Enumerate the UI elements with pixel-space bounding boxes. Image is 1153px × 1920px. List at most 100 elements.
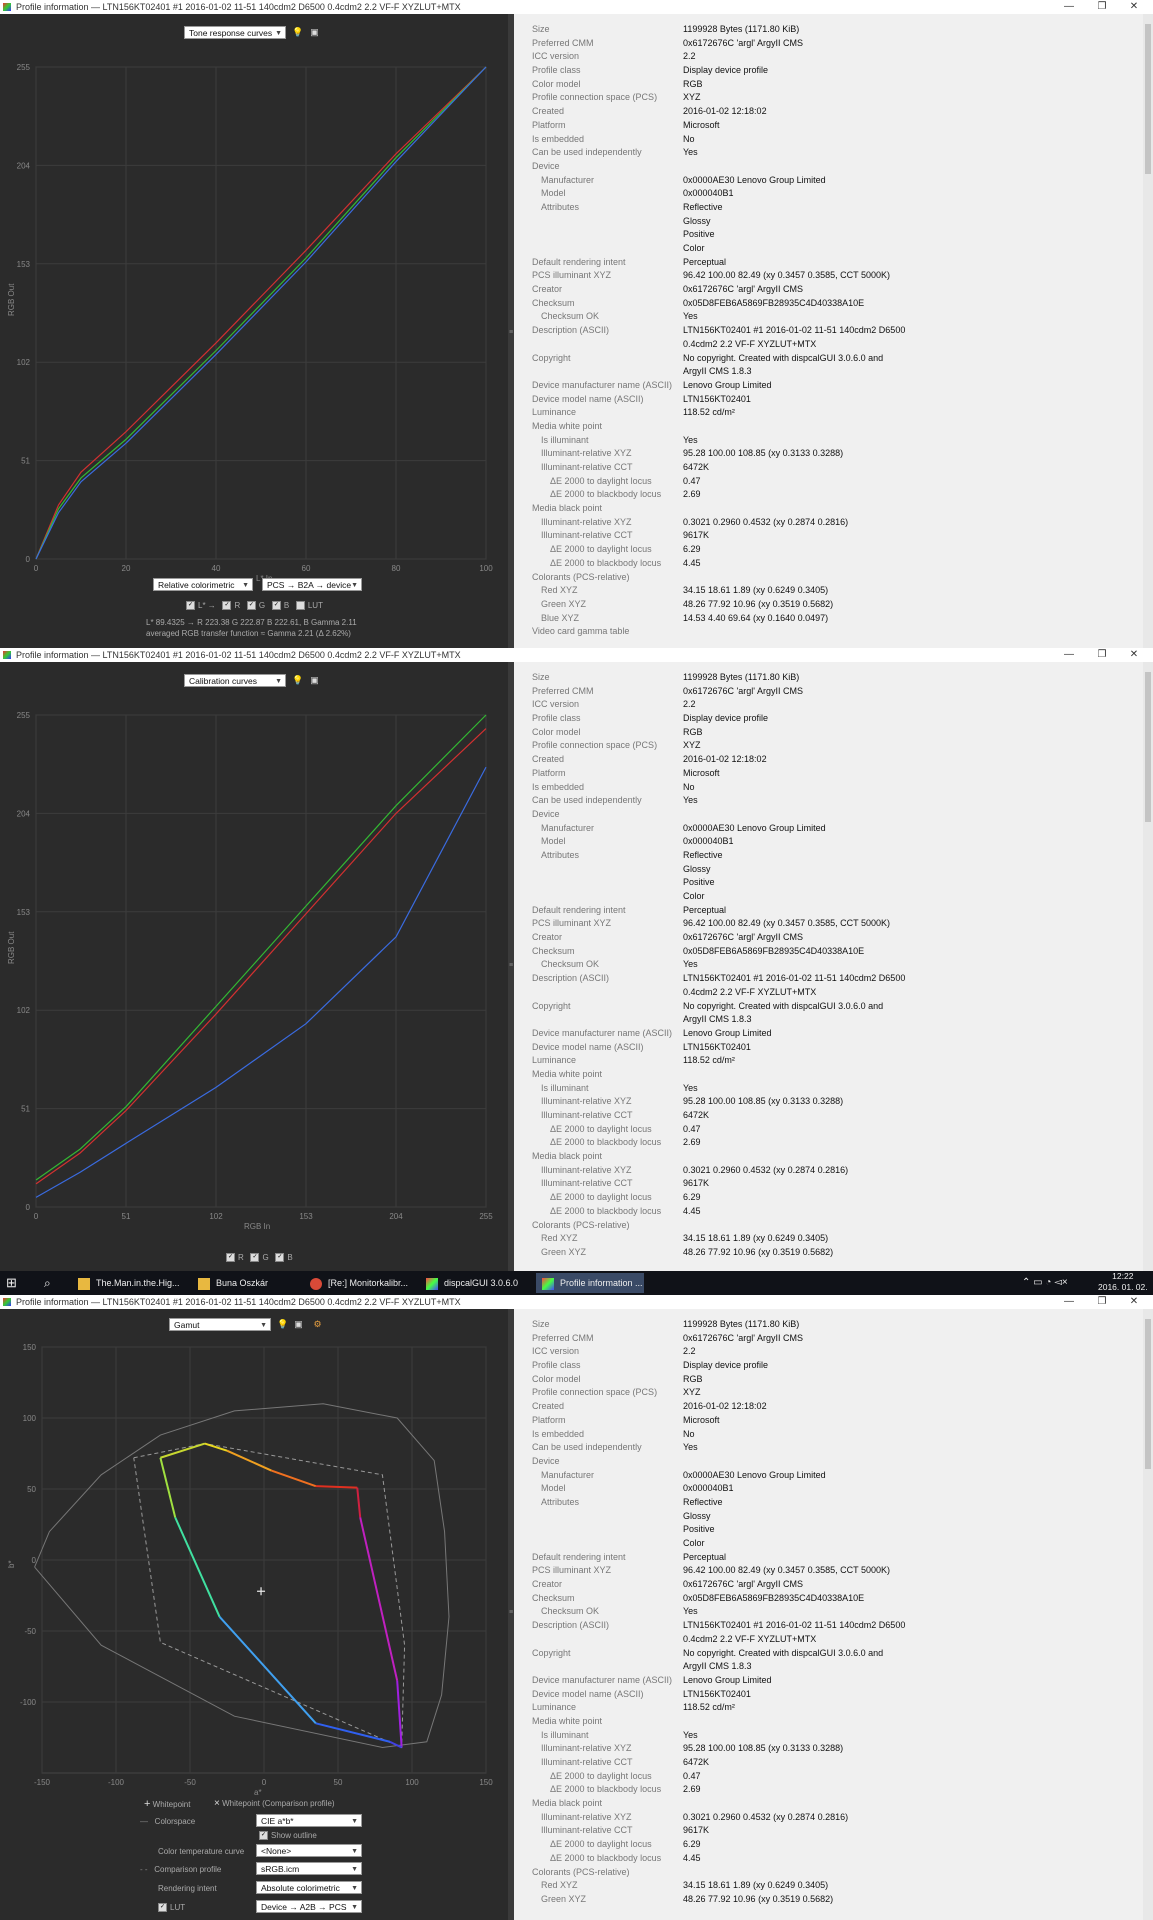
view-select[interactable]: Gamut ▼ — [169, 1318, 271, 1331]
info-key: Manufacturer — [541, 822, 595, 833]
info-key: Platform — [532, 767, 566, 778]
checkbox-b[interactable]: ✓ B — [271, 601, 289, 611]
show-outline-checkbox[interactable]: ✓ Show outline — [259, 1831, 317, 1841]
vertical-scrollbar[interactable] — [1143, 14, 1153, 648]
view-select-value: Gamut — [174, 1320, 200, 1330]
x-tick-label: 100 — [405, 1778, 419, 1787]
info-row: Device model name (ASCII) LTN156KT02401 — [532, 1688, 1132, 1702]
taskbar-item-profile-info[interactable]: Profile information ... — [536, 1273, 644, 1293]
vertical-scrollbar[interactable] — [1143, 662, 1153, 1271]
info-key: ΔE 2000 to daylight locus — [550, 1770, 652, 1781]
info-row: Color model RGB — [532, 726, 1132, 740]
info-row: Checksum 0x05D8FEB6A5869FB28935C4D40338A1… — [532, 297, 1132, 311]
info-row: 0.4cdm2 2.2 VF-F XYZLUT+MTX — [532, 1633, 1132, 1647]
minimize-button[interactable]: — — [1055, 1295, 1083, 1309]
info-row: ΔE 2000 to blackbody locus 2.69 — [532, 488, 1132, 502]
minimize-button[interactable]: — — [1055, 648, 1083, 662]
info-key: PCS illuminant XYZ — [532, 918, 612, 929]
save-image-icon[interactable]: ▣ — [293, 1319, 304, 1330]
rendering-intent-select[interactable]: Relative colorimetric ▼ — [153, 578, 253, 591]
3d-view-icon[interactable]: ⚙ — [312, 1319, 323, 1330]
info-key: PCS illuminant XYZ — [532, 1565, 612, 1576]
color-temperature-select[interactable]: <None> ▼ — [256, 1844, 362, 1857]
y-axis-label: b* — [7, 1560, 16, 1568]
info-row: Red XYZ 34.15 18.61 1.89 (xy 0.6249 0.340… — [532, 1879, 1132, 1893]
info-row: Model 0x000040B1 — [532, 1482, 1132, 1496]
taskbar-item-explorer[interactable]: Buna Oszkár — [192, 1273, 300, 1293]
info-value: 0.47 — [683, 1123, 701, 1134]
profile-info-list: Size 1199928 Bytes (1171.80 KiB) Preferred… — [532, 1318, 1132, 1907]
checkbox-lstar[interactable]: ✓ L* → — [186, 601, 216, 611]
info-key: Checksum OK — [541, 1606, 600, 1617]
chevron-down-icon: ▼ — [351, 582, 358, 589]
clock[interactable]: 12:22 2016. 01. 02. — [1098, 1271, 1148, 1292]
chevron-down-icon: ▼ — [351, 1848, 358, 1855]
info-key: Platform — [532, 119, 566, 130]
info-key: Can be used independently — [532, 795, 642, 806]
info-value: RGB — [683, 726, 703, 737]
info-row: Illuminant-relative CCT 6472K — [532, 1756, 1132, 1770]
title-bar[interactable]: Profile information — LTN156KT02401 #1 2… — [0, 648, 1153, 662]
info-row: Media black point — [532, 502, 1132, 516]
minimize-button[interactable]: — — [1055, 0, 1083, 14]
chevron-down-icon: ▼ — [242, 582, 249, 589]
info-row: Default rendering intent Perceptual — [532, 904, 1132, 918]
y-tick-label: 0 — [26, 1203, 31, 1212]
info-value: 34.15 18.61 1.89 (xy 0.6249 0.3405) — [683, 1880, 829, 1891]
checkbox-r[interactable]: ✓ R — [226, 1253, 244, 1263]
checkbox-g[interactable]: ✓ G — [246, 601, 265, 611]
info-row: Copyright No copyright. Created with disp… — [532, 1000, 1132, 1014]
taskbar-item-folder[interactable]: The.Man.in.the.Hig... — [72, 1273, 180, 1293]
info-key: Is embedded — [532, 133, 585, 144]
info-value: Reflective — [683, 849, 723, 860]
info-value: Perceptual — [683, 1551, 727, 1562]
info-row: Created 2016-01-02 12:18:02 — [532, 753, 1132, 767]
info-key: Red XYZ — [541, 1233, 578, 1244]
taskbar-item-dispcalgui[interactable]: dispcalGUI 3.0.6.0 — [420, 1273, 528, 1293]
info-key: PCS illuminant XYZ — [532, 270, 612, 281]
info-key: ICC version — [532, 51, 580, 62]
colorspace-select[interactable]: CIE a*b* ▼ — [256, 1814, 362, 1827]
close-button[interactable]: ✕ — [1120, 1295, 1148, 1309]
info-key: Media white point — [532, 1715, 603, 1726]
y-tick-label: 255 — [17, 711, 31, 720]
rendering-intent-select[interactable]: Absolute colorimetric ▼ — [256, 1881, 362, 1894]
system-tray-icons[interactable]: ⌃ ▭ ◔ ◅× — [1022, 1273, 1068, 1293]
info-row: Copyright No copyright. Created with disp… — [532, 1647, 1132, 1661]
info-value: 96.42 100.00 82.49 (xy 0.3457 0.3585, CC… — [683, 918, 890, 929]
info-row: Device manufacturer name (ASCII) Lenovo G… — [532, 1674, 1132, 1688]
info-value: 9617K — [683, 1178, 710, 1189]
restore-button[interactable]: ❐ — [1088, 1295, 1116, 1309]
title-bar[interactable]: Profile information — LTN156KT02401 #1 2… — [0, 1295, 1153, 1309]
info-key: Media black point — [532, 503, 603, 514]
lut-checkbox[interactable]: ✓ LUT — [158, 1903, 185, 1913]
direction-select[interactable]: PCS → B2A → device ▼ — [262, 578, 362, 591]
info-value: ArgyII CMS 1.8.3 — [683, 1014, 752, 1025]
title-bar[interactable]: Profile information — LTN156KT02401 #1 2… — [0, 0, 1153, 14]
restore-button[interactable]: ❐ — [1088, 648, 1116, 662]
info-key: Default rendering intent — [532, 1551, 626, 1562]
checkbox-lut[interactable]: LUT — [295, 601, 323, 611]
checkbox-g[interactable]: ✓ G — [250, 1253, 269, 1263]
info-key: Attributes — [541, 1496, 580, 1507]
info-row: Description (ASCII) LTN156KT02401 #1 2016… — [532, 972, 1132, 986]
info-row: Description (ASCII) LTN156KT02401 #1 2016… — [532, 324, 1132, 338]
restore-button[interactable]: ❐ — [1088, 0, 1116, 14]
lightbulb-icon[interactable]: 💡 — [277, 1319, 288, 1330]
comparison-profile-select[interactable]: sRGB.icm ▼ — [256, 1862, 362, 1875]
info-value: ArgyII CMS 1.8.3 — [683, 366, 752, 377]
info-row: Illuminant-relative XYZ 95.28 100.00 108.… — [532, 1095, 1132, 1109]
info-key: Profile class — [532, 1360, 581, 1371]
close-button[interactable]: ✕ — [1120, 648, 1148, 662]
plot-area — [35, 714, 487, 1208]
vertical-scrollbar[interactable] — [1143, 1309, 1153, 1920]
checkbox-b[interactable]: ✓ B — [275, 1253, 293, 1263]
checkbox-r[interactable]: ✓ R — [222, 601, 240, 611]
info-value: 6.29 — [683, 1192, 701, 1203]
search-icon[interactable]: ⌕ — [44, 1273, 51, 1293]
taskbar: ⊞ ⌕ The.Man.in.the.Hig... Buna Oszkár [R… — [0, 1271, 1153, 1295]
windows-start-icon[interactable]: ⊞ — [6, 1273, 17, 1293]
lut-select[interactable]: Device → A2B → PCS ▼ — [256, 1900, 362, 1913]
taskbar-item-browser[interactable]: [Re:] Monitorkalibr... — [304, 1273, 412, 1293]
close-button[interactable]: ✕ — [1120, 0, 1148, 14]
